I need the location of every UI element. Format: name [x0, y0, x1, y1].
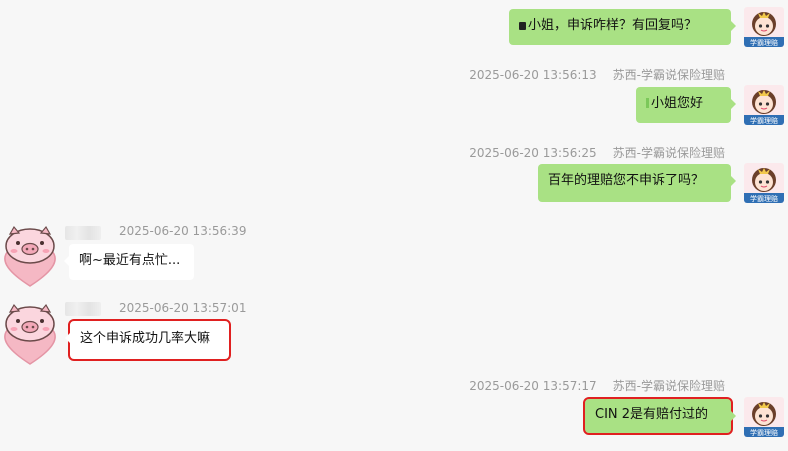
message-meta: 2025-06-20 13:57:01	[119, 301, 246, 315]
image-thumbnail-icon	[519, 22, 526, 30]
message-timestamp: 2025-06-20 13:57:01	[119, 301, 247, 315]
outgoing-message-bubble[interactable]: 小姐，申诉咋样？有回复吗？	[509, 9, 736, 45]
self-avatar[interactable]: 学霸理赔	[744, 397, 784, 437]
message-timestamp: 2025-06-20 13:57:17	[469, 379, 597, 393]
contact-avatar[interactable]	[0, 302, 60, 366]
message-sender: 苏西-学霸说保险理赔	[612, 68, 725, 82]
avatar-badge-text: 学霸理赔	[750, 116, 778, 125]
message-sender: 苏西-学霸说保险理赔	[612, 379, 725, 393]
cartoon-girl-avatar-icon: 学霸理赔	[744, 163, 784, 203]
outgoing-message-bubble[interactable]: CIN 2是有赔付过的	[583, 397, 736, 435]
cartoon-girl-avatar-icon: 学霸理赔	[744, 397, 784, 437]
message-meta: 2025-06-20 13:56:39	[119, 224, 246, 238]
message-meta: 2025-06-20 13:56:25 苏西-学霸说保险理赔	[469, 146, 725, 160]
self-avatar[interactable]: 学霸理赔	[744, 7, 784, 47]
message-sender: 苏西-学霸说保险理赔	[612, 146, 725, 160]
pink-pig-heart-avatar-icon	[4, 303, 56, 365]
message-meta: 2025-06-20 13:57:17 苏西-学霸说保险理赔	[469, 379, 725, 393]
cartoon-girl-avatar-icon: 学霸理赔	[744, 85, 784, 125]
contact-name-redacted	[65, 302, 101, 316]
self-avatar[interactable]: 学霸理赔	[744, 163, 784, 203]
contact-avatar[interactable]	[0, 224, 60, 288]
outgoing-message-bubble[interactable]: 小姐您好	[636, 87, 736, 123]
incoming-message-bubble[interactable]: 啊~最近有点忙...	[64, 244, 194, 280]
contact-name-redacted	[65, 226, 101, 240]
avatar-badge-text: 学霸理赔	[750, 428, 778, 437]
cartoon-girl-avatar-icon: 学霸理赔	[744, 7, 784, 47]
message-timestamp: 2025-06-20 13:56:39	[119, 224, 247, 238]
avatar-badge-text: 学霸理赔	[750, 38, 778, 47]
incoming-message-bubble[interactable]: 这个申诉成功几率大嘛	[65, 319, 231, 361]
message-text: 啊~最近有点忙...	[79, 253, 181, 268]
cursor-mark-icon	[646, 98, 649, 108]
message-text: 这个申诉成功几率大嘛	[80, 331, 211, 346]
self-avatar[interactable]: 学霸理赔	[744, 85, 784, 125]
message-text: 小姐，申诉咋样？有回复吗？	[528, 18, 698, 33]
message-timestamp: 2025-06-20 13:56:13	[469, 68, 597, 82]
avatar-badge-text: 学霸理赔	[750, 194, 778, 203]
message-meta: 2025-06-20 13:56:13 苏西-学霸说保险理赔	[469, 68, 725, 82]
message-timestamp: 2025-06-20 13:56:25	[469, 146, 597, 160]
message-text: 小姐您好	[651, 96, 704, 111]
pink-pig-heart-avatar-icon	[4, 225, 56, 287]
message-text: 百年的理赔您不申诉了吗？	[548, 173, 705, 188]
message-text: CIN 2是有赔付过的	[595, 407, 709, 422]
chat-message-area[interactable]: 小姐，申诉咋样？有回复吗？ 学霸理赔 2025-06-20 13:56:13 苏西…	[0, 0, 788, 451]
outgoing-message-bubble[interactable]: 百年的理赔您不申诉了吗？	[538, 164, 736, 202]
